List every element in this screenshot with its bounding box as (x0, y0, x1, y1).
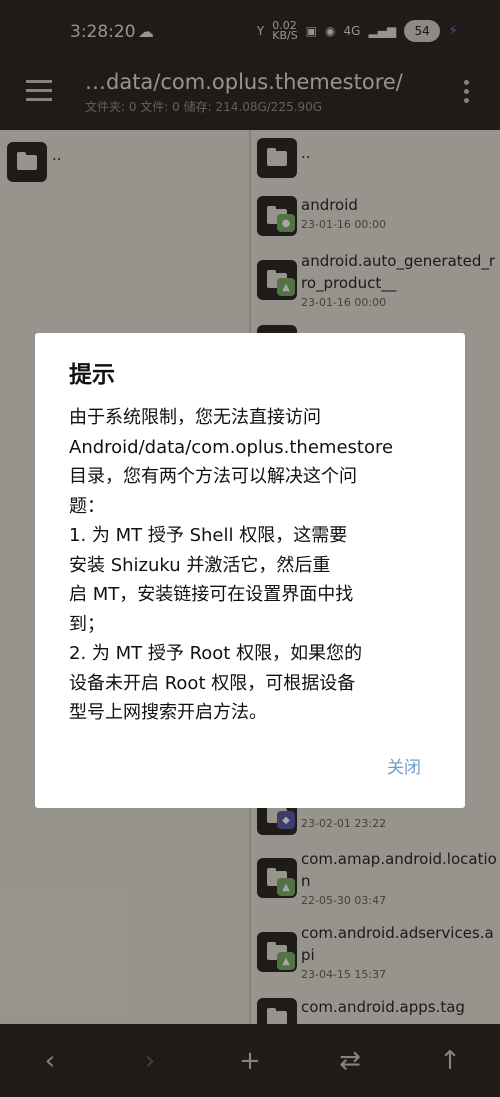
dialog-title: 提示 (69, 362, 115, 388)
close-button[interactable]: 关闭 (387, 753, 421, 778)
permission-dialog: 提示 由于系统限制，您无法直接访问 Android/data/com.oplus… (35, 333, 465, 808)
dialog-message: 由于系统限制，您无法直接访问 Android/data/com.oplus.th… (69, 407, 394, 723)
